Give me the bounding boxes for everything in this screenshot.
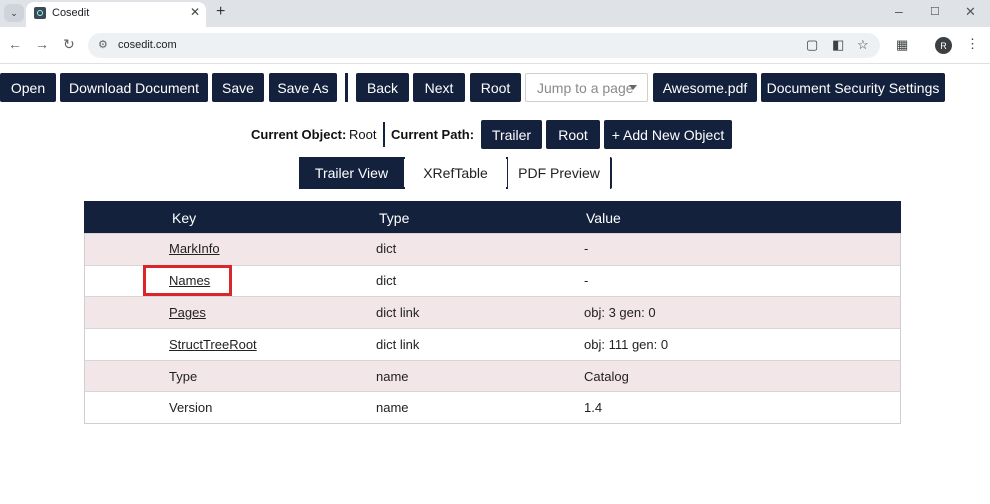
row-key-link[interactable]: MarkInfo (169, 241, 220, 256)
tab-title: Cosedit (52, 7, 90, 19)
row-value: 1.4 (584, 400, 603, 415)
row-key: Type (169, 369, 198, 384)
reload-icon[interactable]: ↻ (63, 36, 75, 53)
root-button[interactable]: Root (470, 73, 521, 102)
row-value: - (584, 241, 589, 256)
row-value: - (584, 273, 589, 288)
names-highlight-box (143, 265, 232, 296)
path-trailer-button[interactable]: Trailer (481, 120, 542, 149)
toolbar-divider (345, 73, 348, 102)
current-object-label: Current Object: (251, 127, 347, 142)
header-key: Key (172, 210, 197, 226)
open-button[interactable]: Open (0, 73, 56, 102)
document-security-settings-button[interactable]: Document Security Settings (761, 73, 945, 102)
header-value: Value (586, 210, 621, 226)
next-button[interactable]: Next (413, 73, 465, 102)
extensions-icon[interactable]: ▦ (896, 37, 908, 53)
row-value: obj: 111 gen: 0 (584, 337, 669, 352)
row-key-link[interactable]: StructTreeRoot (169, 337, 257, 352)
table-row (85, 360, 900, 392)
add-new-object-button[interactable]: + Add New Object (604, 120, 732, 149)
site-info-icon[interactable]: ⚙ (98, 38, 108, 51)
minimize-icon[interactable]: – (895, 3, 903, 19)
path-root-button[interactable]: Root (546, 120, 600, 149)
maximize-icon[interactable]: ☐ (930, 5, 940, 18)
tab-list-icon[interactable]: ⌄ (4, 4, 24, 22)
row-type: dict (376, 273, 397, 288)
close-window-icon[interactable]: ✕ (965, 4, 976, 20)
address-bar[interactable] (88, 33, 880, 58)
jump-to-page-placeholder: Jump to a page (537, 79, 634, 96)
document-icon[interactable]: ◧ (832, 37, 844, 53)
current-path-label: Current Path: (391, 127, 475, 142)
table-row (85, 296, 900, 328)
avatar[interactable]: R (935, 37, 952, 54)
row-key: Version (169, 400, 213, 415)
file-name-button[interactable]: Awesome.pdf (653, 73, 757, 102)
path-divider (383, 122, 385, 147)
save-as-button[interactable]: Save As (269, 73, 337, 102)
save-button[interactable]: Save (212, 73, 264, 102)
row-value: Catalog (584, 369, 629, 384)
forward-icon[interactable]: → (35, 36, 49, 52)
row-type: dict link (376, 337, 420, 352)
install-app-icon[interactable]: ▢ (806, 37, 818, 53)
current-object-value: Root (349, 127, 377, 142)
row-type: name (376, 400, 409, 415)
row-type: name (376, 369, 409, 384)
row-value: obj: 3 gen: 0 (584, 305, 656, 320)
tab-trailer-view[interactable]: Trailer View (299, 157, 404, 189)
tab-xref-table[interactable]: XRefTable (405, 157, 506, 189)
tab-pdf-preview[interactable]: PDF Preview (508, 157, 610, 189)
kebab-menu-icon[interactable]: ⋮ (966, 36, 979, 52)
header-type: Type (379, 210, 410, 226)
bookmark-star-icon[interactable]: ☆ (857, 37, 869, 53)
back-icon[interactable]: ← (8, 36, 22, 52)
row-type: dict link (376, 305, 420, 320)
chevron-down-icon (629, 85, 637, 90)
url-text[interactable]: cosedit.com (118, 39, 177, 51)
row-key-link[interactable]: Pages (169, 305, 206, 320)
plus-icon[interactable]: + (216, 3, 225, 21)
download-document-button[interactable]: Download Document (60, 73, 208, 102)
close-icon[interactable]: ✕ (190, 5, 200, 19)
row-type: dict (376, 241, 397, 256)
back-button[interactable]: Back (356, 73, 409, 102)
favicon-icon (34, 7, 46, 19)
table-header (84, 201, 901, 233)
